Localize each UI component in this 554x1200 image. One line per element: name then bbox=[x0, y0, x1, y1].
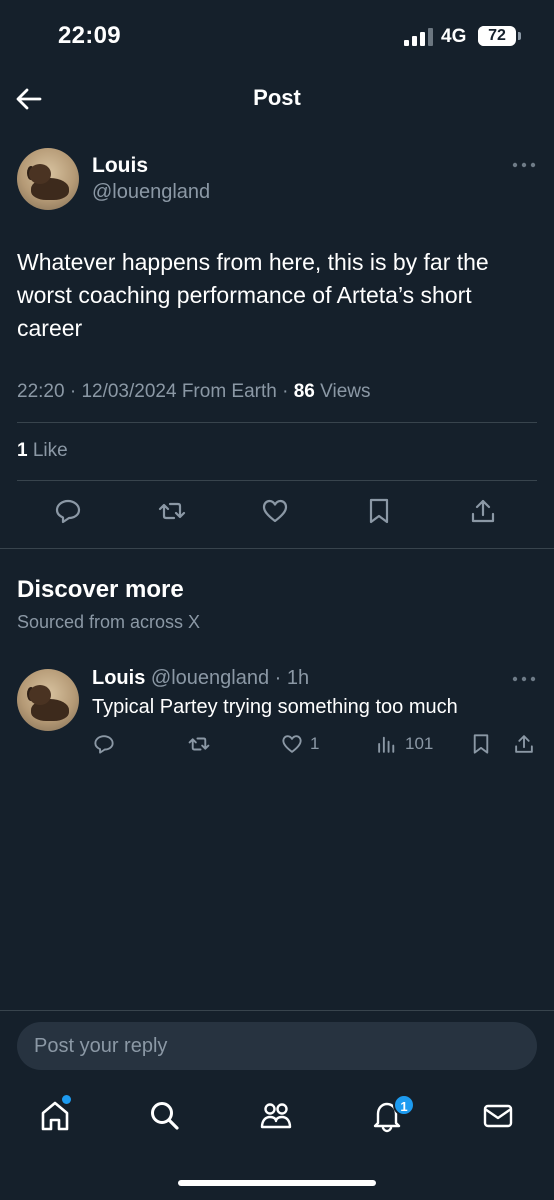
meta-separator: · bbox=[269, 667, 287, 689]
top-header: Post bbox=[0, 72, 554, 126]
avatar-dog-head bbox=[29, 164, 51, 184]
views-icon[interactable] bbox=[376, 733, 398, 755]
bookmark-icon[interactable] bbox=[470, 733, 492, 755]
post-meta: 22:20 · 12/03/2024 From Earth · 86 Views bbox=[17, 381, 371, 403]
likes-label: Like bbox=[32, 440, 68, 461]
messages-icon[interactable] bbox=[481, 1099, 515, 1133]
communities-icon[interactable] bbox=[259, 1099, 293, 1133]
status-bar: 22:09 4G 72 bbox=[0, 0, 554, 72]
avatar[interactable] bbox=[17, 669, 79, 731]
post-time: 22:20 bbox=[17, 381, 65, 402]
home-indicator bbox=[178, 1180, 376, 1186]
post-source: From Earth bbox=[181, 381, 277, 402]
post-text: Whatever happens from here, this is by f… bbox=[17, 249, 489, 341]
meta-separator: · bbox=[69, 381, 82, 402]
related-author-handle[interactable]: @louengland bbox=[151, 667, 269, 689]
heart-icon[interactable] bbox=[261, 497, 289, 525]
retweet-icon[interactable] bbox=[188, 733, 210, 755]
related-post-text[interactable]: Typical Partey trying something too much bbox=[92, 694, 458, 720]
reply-icon[interactable] bbox=[54, 497, 82, 525]
meta-separator: · bbox=[282, 381, 294, 402]
share-icon[interactable] bbox=[513, 733, 535, 755]
divider bbox=[17, 422, 537, 423]
related-author-name[interactable]: Louis bbox=[92, 667, 145, 689]
reply-input[interactable]: Post your reply bbox=[17, 1022, 537, 1070]
home-icon[interactable] bbox=[38, 1099, 72, 1133]
share-icon[interactable] bbox=[469, 497, 497, 525]
retweet-icon[interactable] bbox=[158, 497, 186, 525]
related-post-age: 1h bbox=[286, 667, 310, 689]
more-options-icon[interactable] bbox=[512, 162, 536, 168]
bookmark-icon[interactable] bbox=[365, 497, 393, 525]
section-divider bbox=[0, 548, 554, 549]
home-unread-dot bbox=[62, 1095, 71, 1104]
related-likes-count: 1 bbox=[310, 734, 320, 753]
discover-title: Discover more bbox=[17, 576, 184, 603]
related-views-count: 101 bbox=[405, 734, 434, 753]
discover-subtitle: Sourced from across X bbox=[17, 612, 201, 632]
search-icon[interactable] bbox=[148, 1099, 182, 1133]
signal-icon bbox=[404, 28, 433, 46]
reply-icon[interactable] bbox=[93, 733, 115, 755]
status-time: 22:09 bbox=[58, 22, 121, 49]
author-handle[interactable]: @louengland bbox=[92, 181, 210, 204]
views-label[interactable]: Views bbox=[320, 381, 370, 402]
likes-count: 1 bbox=[17, 440, 28, 461]
divider bbox=[17, 480, 537, 481]
avatar[interactable] bbox=[17, 148, 79, 210]
divider bbox=[0, 1010, 554, 1011]
avatar-dog-head bbox=[29, 685, 51, 705]
page-title: Post bbox=[253, 85, 301, 110]
likes-row[interactable]: 1 Like bbox=[17, 440, 68, 462]
views-count: 86 bbox=[293, 381, 315, 402]
notification-badge: 1 bbox=[393, 1094, 415, 1116]
related-post-header[interactable]: Louis @louengland · 1h bbox=[92, 667, 309, 690]
reply-placeholder: Post your reply bbox=[34, 1035, 168, 1057]
network-label: 4G bbox=[441, 26, 467, 47]
battery-percent: 72 bbox=[488, 27, 506, 44]
battery-icon: 72 bbox=[478, 26, 521, 46]
battery-cap bbox=[518, 32, 521, 40]
heart-icon[interactable] bbox=[281, 733, 303, 755]
post-date: 12/03/2024 bbox=[81, 381, 177, 402]
author-name[interactable]: Louis bbox=[92, 154, 148, 178]
more-options-icon[interactable] bbox=[512, 676, 536, 682]
